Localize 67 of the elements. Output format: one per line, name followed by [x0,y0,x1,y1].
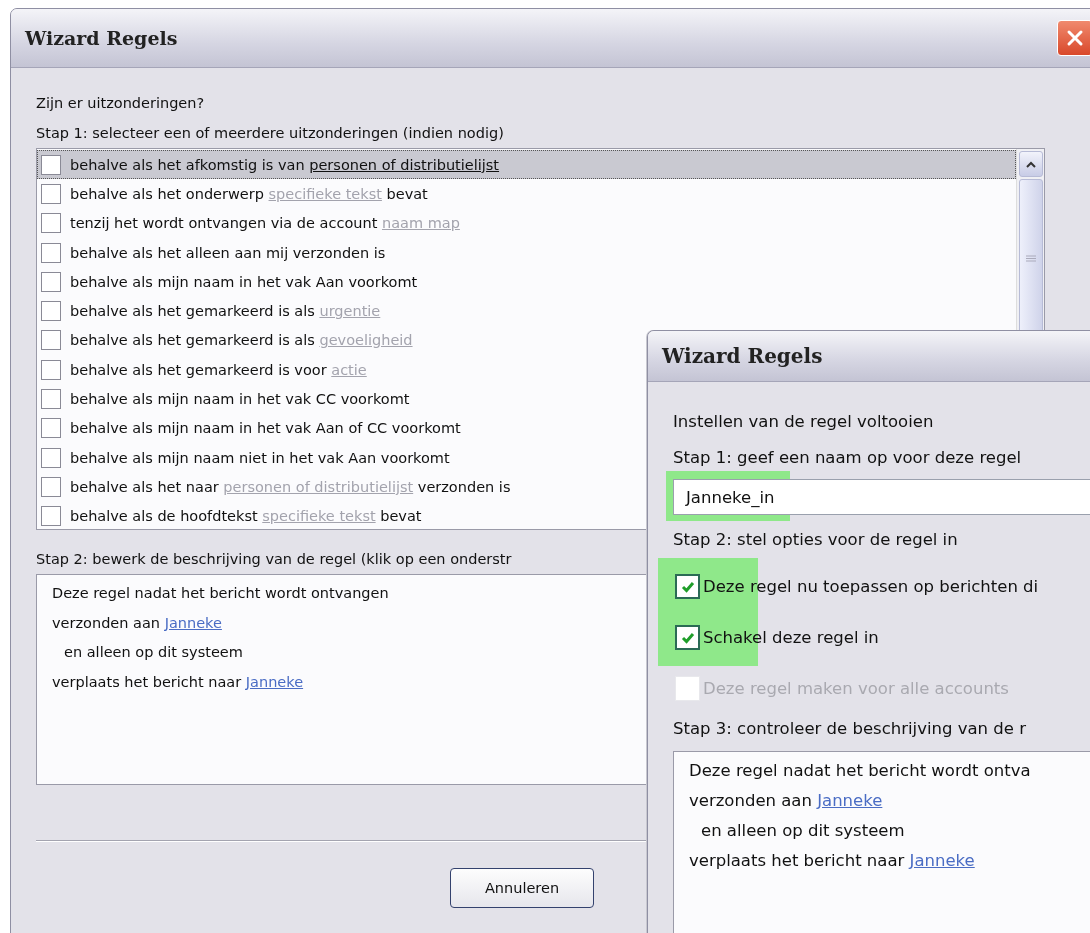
exception-row[interactable]: behalve als het onderwerp specifieke tekst bevat [37,179,1016,209]
rule-name-field[interactable]: Janneke_in [673,479,1090,515]
checkbox[interactable] [41,242,61,263]
step-label: Stap 1: geef een naam op voor deze regel [673,447,1023,469]
close-button[interactable] [1057,20,1090,56]
checkbox[interactable] [41,389,61,409]
description-line: verzonden aan Janneke [689,790,883,812]
exception-row[interactable]: behalve als het afkomstig is van personen of distributielijst [37,150,1016,180]
description-line: Deze regel nadat het bericht wordt ontvangen [52,584,389,603]
exception-text: behalve als het afkomstig is van personen of distributielijst [70,156,500,173]
exception-text: behalve als het onderwerp specifieke tekst bevat [70,185,428,202]
exception-text: behalve als het gemarkeerd is voor actie [70,361,367,378]
exception-text: behalve als mijn naam niet in het vak Aan voorkomt [70,449,450,466]
checkbox[interactable] [675,574,700,599]
exception-row[interactable]: behalve als het gemarkeerd is als urgentie [37,296,1016,326]
caret-up-icon [1025,160,1036,168]
checkbox[interactable] [41,447,61,468]
checkbox[interactable] [41,418,61,439]
step-label: Stap 3: controleer de beschrijving van de r [673,718,1027,740]
dialog-button[interactable]: Annuleren [450,868,594,908]
description-line: verzonden aan Janneke [52,613,222,633]
checkbox[interactable] [41,154,61,175]
value-link[interactable]: Janneke [245,673,304,690]
checkbox[interactable] [41,271,61,292]
description-line: verplaats het bericht naar Janneke [52,672,304,692]
step-label: Stap 2: stel opties voor de regel in [673,529,959,551]
value-link[interactable]: Janneke [164,614,222,631]
checkbox[interactable] [41,359,61,380]
exception-text: behalve als mijn naam in het vak Aan of CC voorkomt [70,420,461,437]
step-label: Stap 1: selecteer een of meerdere uitzonderingen (indien nodig) [36,124,505,143]
exception-text: behalve als mijn naam in het vak Aan voorkomt [70,273,418,290]
option-label: Deze regel maken voor alle accounts [703,679,1009,698]
checkbox[interactable] [41,330,61,351]
exception-text: behalve als het naar personen of distributielijst verzonden is [70,478,511,495]
window-title: Wizard Regels [662,344,823,368]
intro-text: Instellen van de regel voltooien [673,411,935,433]
value-link[interactable]: Janneke [909,851,975,870]
exception-row[interactable]: tenzij het wordt ontvangen via de account naam map [37,208,1016,238]
description-line: en alleen op dit systeem [63,643,243,662]
checkbox[interactable] [41,301,61,322]
window-title: Wizard Regels [25,27,178,49]
value-link[interactable]: personen of distributielijst [309,156,500,173]
scroll-up-button[interactable] [1018,151,1043,177]
close-icon [1066,29,1084,47]
grip-icon [1025,255,1036,262]
checkbox[interactable] [41,213,61,234]
description-line: en alleen op dit systeem [700,820,905,842]
exception-text: tenzij het wordt ontvangen via de account naam map [70,215,460,232]
exception-text: behalve als mijn naam in het vak CC voorkomt [70,391,410,407]
description-line: verplaats het bericht naar Janneke [689,850,975,872]
checkbox[interactable] [675,625,700,650]
exception-row[interactable]: behalve als mijn naam in het vak CC voorkomt [37,384,1016,414]
description-line: Deze regel nadat het bericht wordt ontva [689,760,1031,782]
exception-text: behalve als het alleen aan mij verzonden is [70,244,386,261]
option-label: Schakel deze regel in [703,628,879,647]
checkbox[interactable] [41,476,61,497]
value-link[interactable]: Janneke [817,791,883,810]
exception-row[interactable]: behalve als het alleen aan mij verzonden is [37,237,1016,268]
exception-text: behalve als het gemarkeerd is als gevoeligheid [70,332,413,349]
exception-text: behalve als het gemarkeerd is als urgentie [70,303,381,320]
exception-text: behalve als de hoofdtekst specifieke tekst bevat [70,508,422,525]
checkbox[interactable] [41,183,61,204]
exception-row[interactable]: behalve als mijn naam in het vak Aan voorkomt [37,267,1016,297]
checkbox[interactable] [41,506,61,527]
heading-text: Zijn er uitzonderingen? [36,94,206,113]
step-label: Stap 2: bewerk de beschrijving van de regel (klik op een onderstr [36,550,513,569]
option-label: Deze regel nu toepassen op berichten di [703,577,1039,596]
